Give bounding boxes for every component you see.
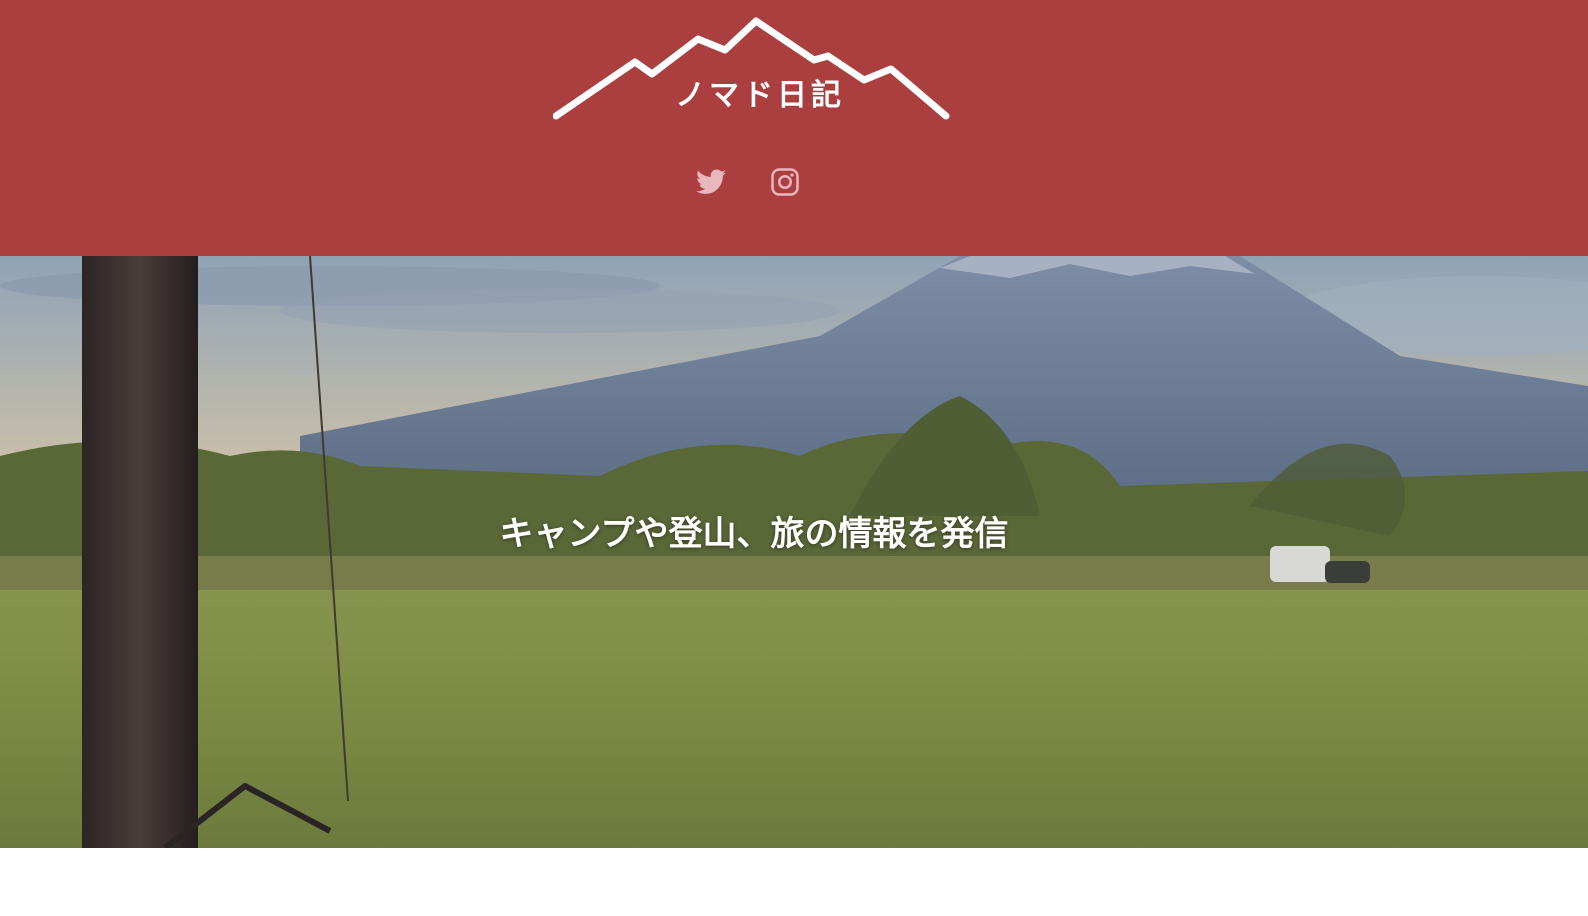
twitter-bird-icon xyxy=(696,169,726,194)
instagram-link[interactable] xyxy=(768,165,802,199)
content-area xyxy=(0,848,1588,916)
instagram-camera-icon xyxy=(771,168,799,196)
hero-caption: キャンプや登山、旅の情報を発信 xyxy=(499,514,1009,554)
social-links xyxy=(694,164,802,200)
site-header: ノマド日記 xyxy=(0,0,1588,256)
twitter-link[interactable] xyxy=(694,165,728,199)
logo-text: ノマド日記 xyxy=(675,78,845,113)
hero-banner: キャンプや登山、旅の情報を発信 xyxy=(0,256,1588,848)
